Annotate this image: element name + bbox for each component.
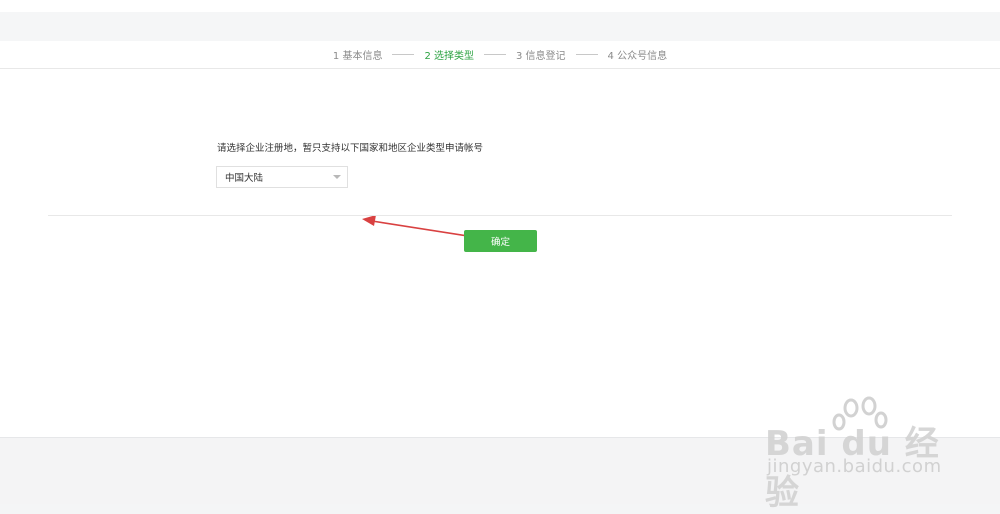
- confirm-button[interactable]: 确定: [464, 230, 537, 252]
- step-progress: 1 基本信息 2 选择类型 3 信息登记 4 公众号信息: [0, 41, 1000, 68]
- steps-divider: [0, 68, 1000, 69]
- watermark-url: jingyan.baidu.com: [767, 456, 942, 477]
- step-separator: [484, 54, 506, 55]
- top-band: [0, 0, 1000, 12]
- region-select-value: 中国大陆: [225, 173, 264, 184]
- step-info-registration: 3 信息登记: [516, 51, 566, 62]
- step-select-type: 2 选择类型: [424, 51, 474, 62]
- region-select[interactable]: 中国大陆: [216, 166, 348, 188]
- baidu-jingyan-watermark: Bai du 经验 jingyan.baidu.com: [765, 396, 955, 513]
- step-account-info: 4 公众号信息: [607, 51, 668, 62]
- region-prompt: 请选择企业注册地，暂只支持以下国家和地区企业类型申请帐号: [217, 143, 484, 154]
- step-separator: [392, 54, 415, 55]
- step-basic-info: 1 基本信息: [332, 51, 383, 62]
- top-header-strip: [0, 12, 1000, 41]
- content-divider: [48, 215, 952, 216]
- step-separator: [575, 54, 598, 55]
- chevron-down-icon: [333, 175, 341, 179]
